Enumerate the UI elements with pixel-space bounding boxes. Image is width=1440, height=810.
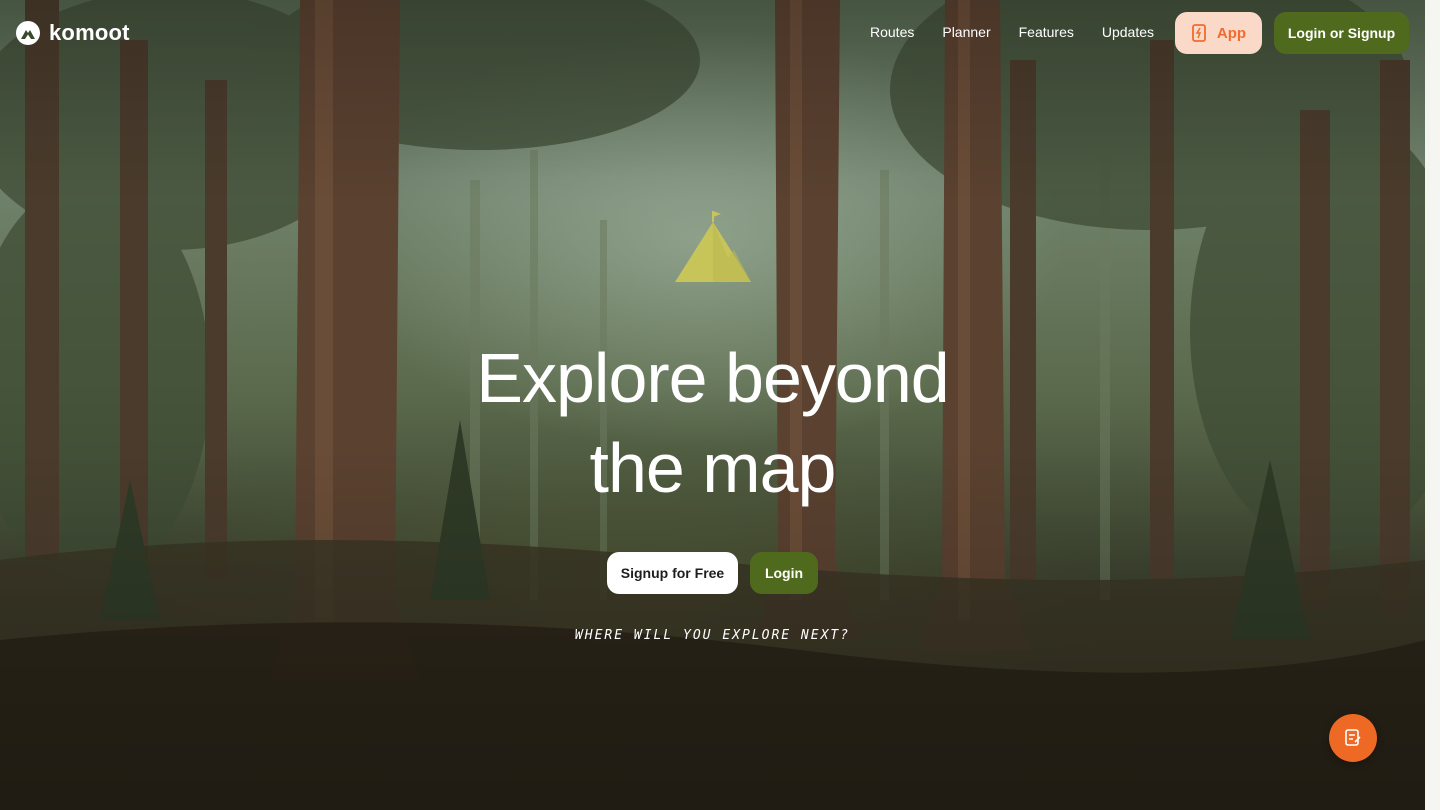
nav-features[interactable]: Features	[1019, 24, 1074, 40]
nav-planner[interactable]: Planner	[942, 24, 990, 40]
login-button[interactable]: Login	[750, 552, 818, 594]
mountain-flag-icon	[675, 211, 751, 282]
main-nav: Routes Planner Features Updates	[870, 24, 1154, 40]
feedback-icon	[1345, 729, 1361, 746]
hero-headline-line2: the map	[589, 429, 837, 507]
komoot-logo[interactable]: komoot	[16, 20, 130, 46]
scrollbar-track[interactable]	[1425, 0, 1440, 810]
feedback-button[interactable]	[1329, 714, 1377, 762]
app-button[interactable]: App	[1175, 12, 1262, 54]
brand-name: komoot	[49, 20, 130, 45]
phone-icon	[1192, 24, 1206, 42]
hero-tagline: WHERE WILL YOU EXPLORE NEXT?	[574, 628, 851, 643]
komoot-logo-icon	[16, 21, 40, 45]
hero-headline-line1: Explore beyond	[476, 339, 949, 417]
signup-button[interactable]: Signup for Free	[607, 552, 738, 594]
nav-routes[interactable]: Routes	[870, 24, 914, 40]
nav-updates[interactable]: Updates	[1102, 24, 1154, 40]
hero-actions: Signup for Free Login	[607, 552, 818, 594]
app-button-label: App	[1216, 24, 1247, 42]
login-or-signup-button[interactable]: Login or Signup	[1274, 12, 1409, 54]
